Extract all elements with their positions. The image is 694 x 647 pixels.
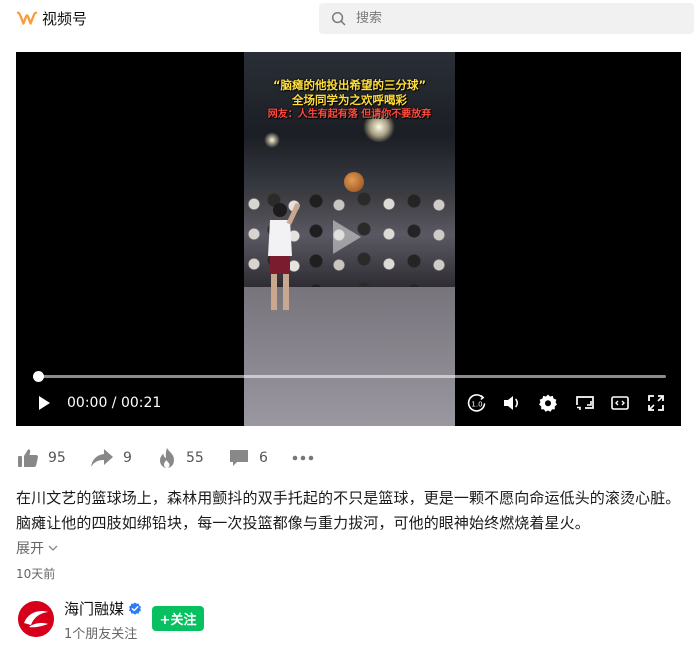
avatar-logo-icon [18, 601, 54, 637]
author-avatar[interactable] [18, 601, 54, 637]
comment-bubble-icon [230, 450, 248, 466]
video-player[interactable]: “脑瘫的他投出希望的三分球” 全场同学为之欢呼喝彩 网友：人生有起有落 但请你不… [16, 52, 681, 426]
video-caption: “脑瘫的他投出希望的三分球” 全场同学为之欢呼喝彩 网友：人生有起有落 但请你不… [244, 78, 455, 122]
video-description: 在川文艺的篮球场上，森林用颤抖的双手托起的不只是篮球，更是一颗不愿向命运低头的滚… [16, 489, 681, 532]
search-box[interactable] [319, 3, 694, 34]
author-info[interactable]: 海门融媒 [64, 598, 142, 619]
stadium-light [264, 132, 280, 148]
channels-logo-icon [16, 11, 38, 25]
share-button[interactable]: 9 [90, 445, 132, 471]
playback-speed-button[interactable]: 1.0 [466, 390, 488, 416]
fullscreen-icon [648, 395, 664, 411]
caption-line: “脑瘫的他投出希望的三分球” [272, 78, 427, 92]
caption-line: 全场同学为之欢呼喝彩 [292, 93, 407, 107]
more-dots-icon [292, 455, 314, 461]
top-bar: 视频号 [0, 0, 694, 38]
like-button[interactable]: 95 [17, 445, 66, 471]
comment-count: 6 [259, 450, 268, 466]
web-fullscreen-button[interactable] [608, 390, 632, 416]
basketball-player-figure [268, 202, 300, 310]
speed-icon: 1.0 [467, 394, 486, 412]
cast-button[interactable] [573, 390, 597, 416]
search-icon [331, 11, 346, 26]
settings-button[interactable] [537, 390, 559, 416]
expand-label: 展开 [16, 541, 44, 557]
author-name[interactable]: 海门融媒 [64, 598, 124, 619]
comment-button[interactable]: 6 [228, 445, 268, 471]
expand-button[interactable]: 展开 [16, 538, 59, 558]
video-frame: “脑瘫的他投出希望的三分球” 全场同学为之欢呼喝彩 网友：人生有起有落 但请你不… [244, 52, 455, 426]
svg-text:1.0: 1.0 [471, 401, 482, 409]
post-date: 10天前 [16, 567, 56, 581]
web-fullscreen-icon [611, 396, 629, 410]
follow-button[interactable]: +关注 [152, 606, 204, 631]
share-count: 9 [123, 450, 132, 466]
gear-icon [539, 394, 557, 412]
fullscreen-button[interactable] [644, 390, 668, 416]
progress-thumb[interactable] [33, 371, 44, 382]
hot-count: 55 [186, 450, 204, 466]
play-icon [39, 396, 50, 410]
cast-screen-icon [576, 396, 594, 410]
caption-line: 网友：人生有起有落 但请你不要放弃 [267, 109, 432, 120]
app-logo[interactable]: 视频号 [16, 10, 87, 28]
flame-icon [160, 448, 174, 468]
like-count: 95 [48, 450, 66, 466]
hot-button[interactable]: 55 [157, 445, 204, 471]
more-button[interactable] [292, 445, 314, 471]
play-button[interactable] [34, 393, 54, 413]
volume-button[interactable] [501, 390, 523, 416]
friends-following: 1个朋友关注 [64, 627, 138, 642]
time-display: 00:00 / 00:21 [67, 395, 162, 411]
chevron-down-icon [48, 545, 58, 551]
app-name: 视频号 [42, 10, 88, 28]
share-arrow-icon [91, 449, 113, 467]
search-input[interactable] [354, 10, 658, 27]
thumbs-up-icon [18, 449, 38, 467]
basketball [344, 172, 364, 192]
verified-badge-icon [129, 602, 142, 615]
progress-bar[interactable] [33, 371, 666, 382]
volume-icon [504, 396, 519, 410]
player-controls: 00:00 / 00:21 1.0 [16, 390, 681, 416]
center-play-icon[interactable] [333, 220, 361, 254]
